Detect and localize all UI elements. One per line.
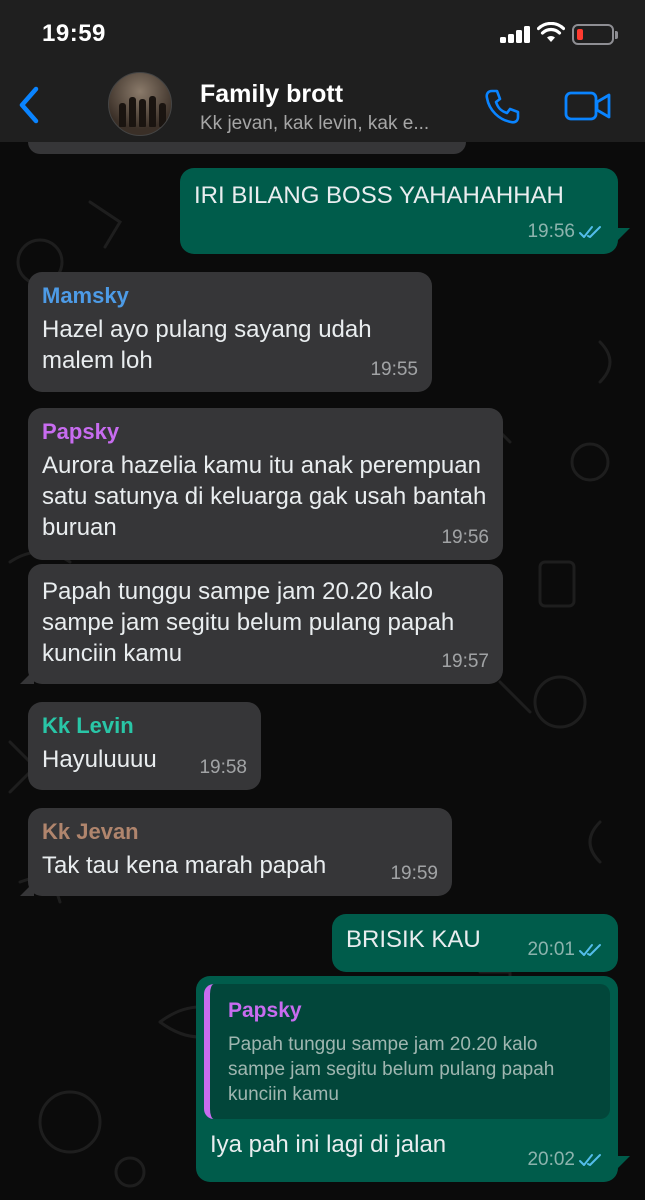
- message-text: Hazel ayo pulang sayang udah malem loh: [42, 316, 372, 374]
- bubble-tail: [616, 228, 630, 242]
- message-incoming[interactable]: Kk Levin Hayuluuuu 19:58: [28, 702, 261, 790]
- message-sender: Mamsky: [42, 283, 129, 308]
- message-text: IRI BILANG BOSS YAHAHAHHAH: [194, 182, 564, 209]
- video-call-icon[interactable]: [564, 90, 612, 122]
- message-outgoing[interactable]: BRISIK KAU 20:01: [332, 914, 618, 972]
- message-sender: Kk Jevan: [42, 819, 139, 844]
- phone-call-icon[interactable]: [483, 88, 521, 126]
- top-bar: 19:59 Family brott Kk jevan, kak levin, …: [0, 0, 645, 142]
- read-receipt-icon: [579, 1153, 601, 1166]
- message-time: 19:59: [390, 863, 438, 884]
- bubble-tail: [20, 882, 34, 896]
- message-time: 20:01: [527, 939, 575, 960]
- status-bar: 19:59: [0, 0, 645, 70]
- quoted-sender: Papsky: [228, 999, 302, 1022]
- message-time: 19:56: [441, 527, 489, 548]
- wifi-icon: [537, 22, 565, 42]
- message-time: 19:57: [441, 651, 489, 672]
- read-receipt-icon: [579, 943, 601, 956]
- message-time: 19:56: [527, 221, 575, 242]
- quoted-message[interactable]: Papsky Papah tunggu sampe jam 20.20 kalo…: [204, 984, 610, 1119]
- message-time: 19:58: [199, 757, 247, 778]
- message-text: Papah tunggu sampe jam 20.20 kalo sampe …: [42, 578, 455, 667]
- message-incoming[interactable]: Papah tunggu sampe jam 20.20 kalo sampe …: [20, 564, 503, 684]
- chat-title[interactable]: Family brott: [200, 80, 343, 109]
- message-meta: 20:02: [527, 1144, 604, 1175]
- chat-area[interactable]: IRI BILANG BOSS YAHAHAHHAH 19:56 Mamsky …: [0, 142, 645, 1200]
- message-incoming[interactable]: Mamsky Hazel ayo pulang sayang udah male…: [28, 272, 432, 392]
- chat-header[interactable]: Family brott Kk jevan, kak levin, kak e.…: [0, 70, 645, 142]
- message-incoming[interactable]: Papsky Aurora hazelia kamu itu anak pere…: [28, 408, 503, 560]
- group-avatar[interactable]: [108, 72, 172, 136]
- message-time: 20:02: [527, 1149, 575, 1170]
- message-incoming[interactable]: Kk Jevan Tak tau kena marah papah 19:59: [20, 808, 452, 896]
- cellular-signal-icon: [500, 26, 532, 43]
- message-outgoing-reply[interactable]: Papsky Papah tunggu sampe jam 20.20 kalo…: [196, 976, 630, 1182]
- quoted-text: Papah tunggu sampe jam 20.20 kalo sampe …: [228, 1034, 555, 1105]
- message-text: Aurora hazelia kamu itu anak perempuan s…: [42, 452, 487, 541]
- bubble-tail: [616, 1156, 630, 1170]
- bubble-tail: [20, 670, 34, 684]
- message-text: Tak tau kena marah papah: [42, 852, 327, 879]
- battery-icon: [572, 24, 618, 45]
- previous-message-edge: [28, 142, 466, 154]
- chat-members[interactable]: Kk jevan, kak levin, kak e...: [200, 113, 462, 135]
- back-chevron-icon[interactable]: [14, 85, 44, 125]
- status-time: 19:59: [42, 20, 106, 47]
- message-sender: Kk Levin: [42, 713, 134, 738]
- message-meta: 19:56: [527, 216, 604, 247]
- message-time: 19:55: [370, 359, 418, 380]
- message-meta: 20:01: [527, 934, 604, 965]
- message-sender: Papsky: [42, 419, 120, 444]
- message-outgoing[interactable]: IRI BILANG BOSS YAHAHAHHAH 19:56: [180, 168, 630, 254]
- read-receipt-icon: [579, 225, 601, 238]
